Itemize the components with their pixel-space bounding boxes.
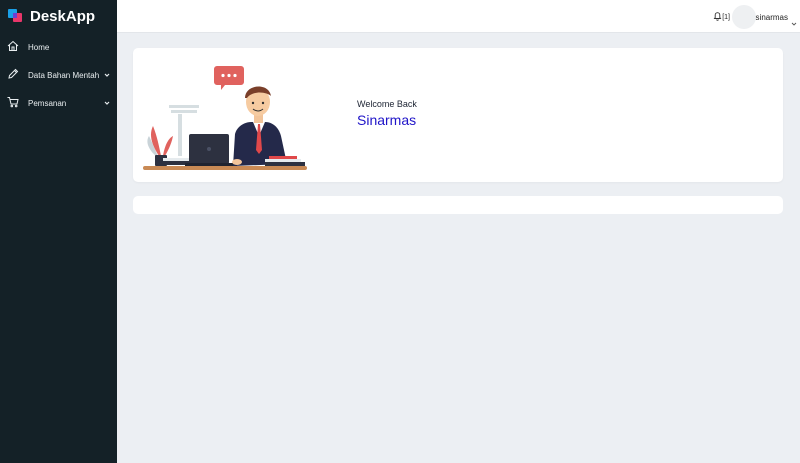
deskapp-logo-icon — [8, 8, 24, 26]
app-name: DeskApp — [30, 8, 96, 25]
pencil-icon — [7, 68, 21, 82]
sidebar-item-label: Pemsanan — [28, 98, 67, 108]
home-icon — [7, 40, 21, 54]
sidebar-item-label: Home — [28, 42, 50, 52]
welcome-illustration — [141, 64, 311, 174]
chevron-down-icon — [103, 99, 111, 107]
notification-count: [1] — [722, 13, 730, 21]
chevron-down-icon — [103, 71, 111, 79]
sidebar-item-label: Data Bahan Mentah — [28, 70, 100, 80]
welcome-user-name: Sinarmas — [357, 112, 417, 128]
top-header: [1] sinarmas — [117, 0, 800, 33]
cart-icon — [7, 96, 21, 110]
notification-button[interactable]: [1] — [713, 11, 730, 23]
sidebar-item-home[interactable]: Home — [0, 33, 117, 61]
avatar[interactable] — [732, 5, 756, 29]
brand[interactable]: DeskApp — [0, 0, 117, 33]
sidebar-item-data-bahan-mentah[interactable]: Data Bahan Mentah — [0, 61, 117, 89]
welcome-text: Welcome Back — [357, 99, 417, 109]
chevron-down-icon[interactable] — [791, 14, 797, 26]
sidebar-item-pemsanan[interactable]: Pemsanan — [0, 89, 117, 117]
bell-icon — [713, 11, 722, 23]
sidebar: DeskApp Home Data Bahan Mentah Pemsanan — [0, 0, 117, 463]
welcome-card: Welcome Back Sinarmas — [133, 48, 783, 182]
user-name[interactable]: sinarmas — [756, 13, 788, 22]
content-card — [133, 196, 783, 214]
